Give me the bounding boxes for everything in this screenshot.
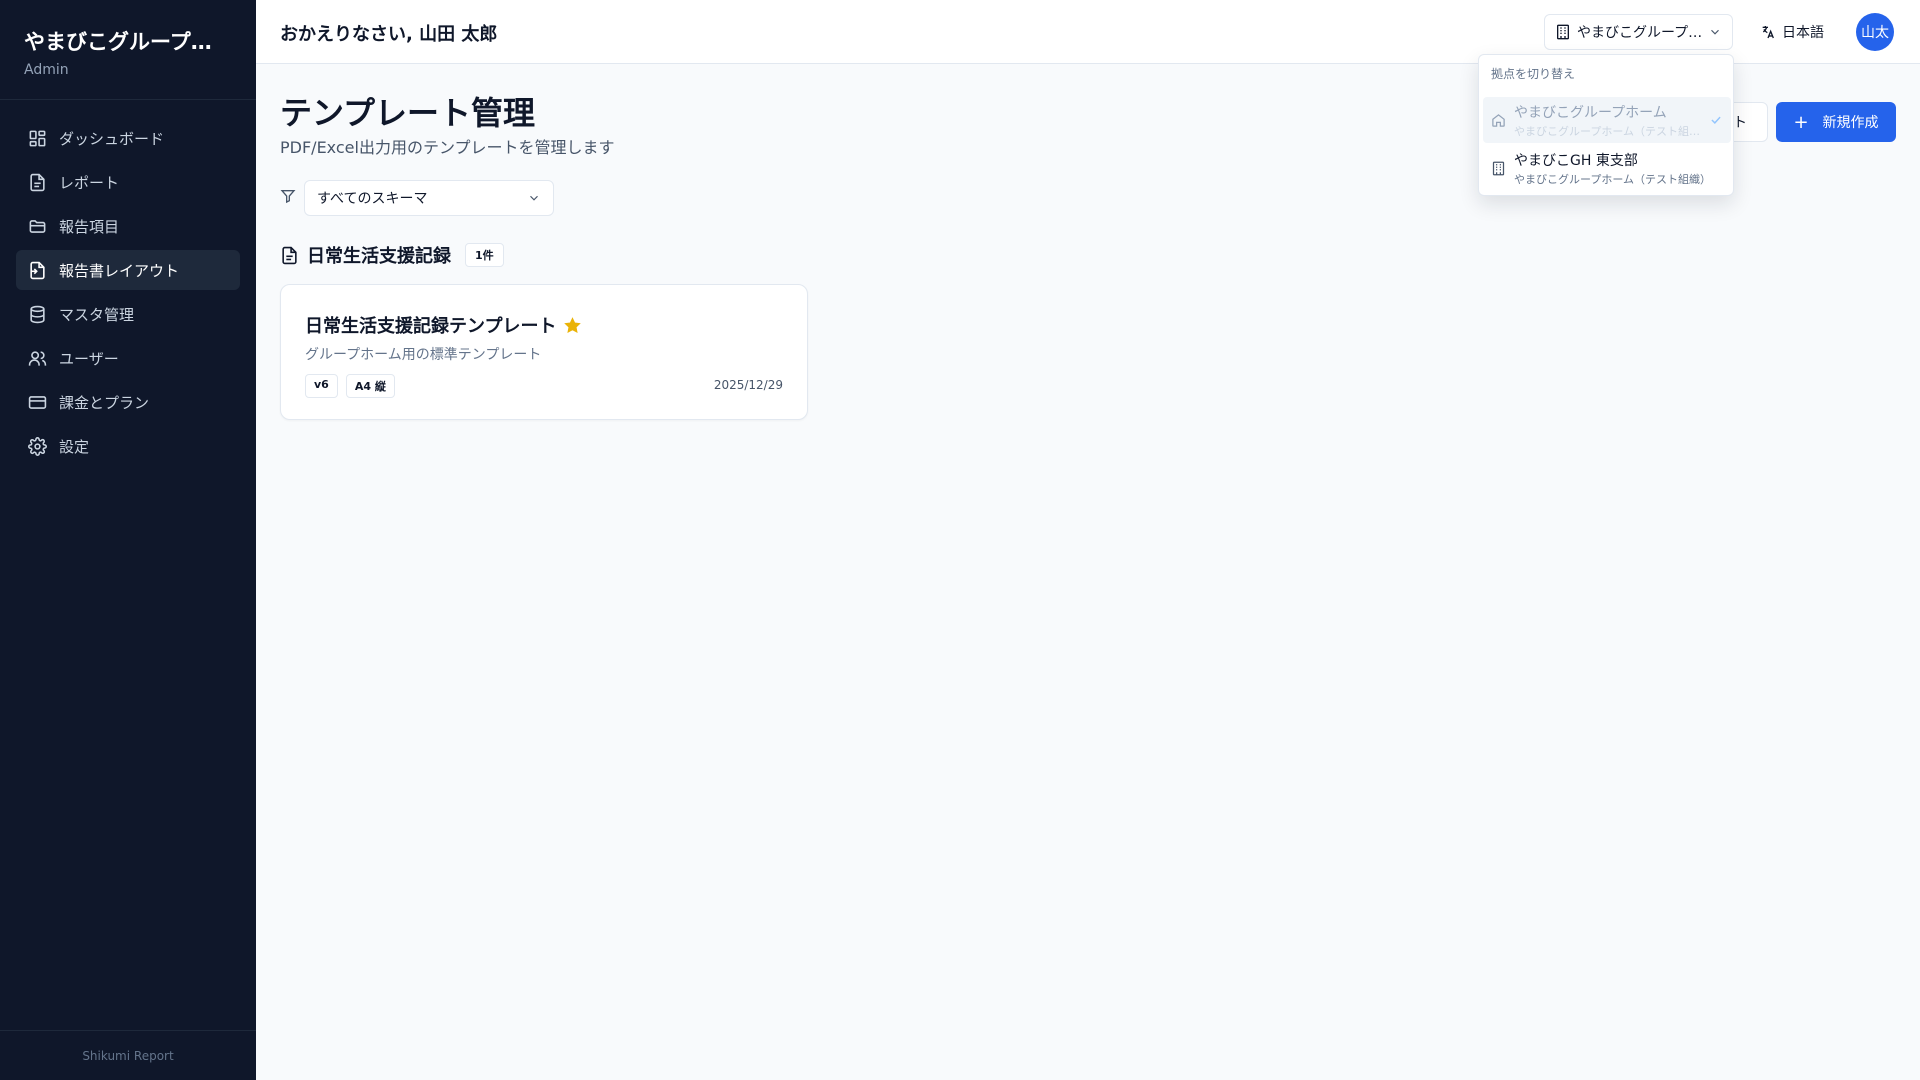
count-badge: 1件 [465, 243, 504, 267]
dropdown-item-selected[interactable]: やまびこグループホーム やまびこグループホーム（テスト組織） [1483, 97, 1731, 143]
home-icon [1492, 113, 1505, 127]
card-description: グループホーム用の標準テンプレート [305, 347, 542, 363]
document-icon [282, 246, 297, 264]
chevron-down-icon [1711, 29, 1719, 35]
dashboard-icon [29, 130, 46, 146]
sidebar-item-reports[interactable]: レポート [16, 162, 240, 202]
database-icon [30, 305, 45, 323]
site-select[interactable]: やまびこグループホーム [1544, 14, 1733, 50]
sidebar-item-label: 報告項目 [59, 217, 120, 236]
create-new-label: 新規作成 [1822, 115, 1879, 131]
sidebar-item-label: ユーザー [59, 349, 119, 368]
translate-icon [1762, 26, 1774, 39]
gear-icon [28, 436, 47, 456]
card-tags: v6 A4 縦 [305, 374, 403, 398]
dropdown-item-text: やまびこGH 東支部 やまびこグループホーム（テスト組織） [1514, 150, 1723, 187]
sidebar-item-report-items[interactable]: 報告項目 [16, 206, 240, 246]
schema-filter-value: すべてのスキーマ [317, 191, 428, 207]
filter-icon [280, 190, 296, 204]
main-content: テンプレート管理 PDF/Excel出力用のテンプレートを管理します インポート… [256, 64, 1920, 1080]
avatar[interactable]: 山太 [1856, 13, 1894, 51]
sidebar-item-label: レポート [59, 173, 120, 192]
dropdown-item-text: やまびこグループホーム やまびこグループホーム（テスト組織） [1514, 102, 1703, 139]
brand-title[interactable]: やまびこグループホーム [24, 26, 232, 56]
sidebar-item-dashboard[interactable]: ダッシュボード [16, 118, 240, 158]
sidebar-item-label: 報告書レイアウト [59, 261, 180, 280]
star-icon[interactable] [564, 316, 582, 334]
sidebar-item-label: 設定 [59, 437, 90, 456]
sidebar-item-users[interactable]: ユーザー [16, 338, 240, 378]
version-badge: v6 [305, 374, 338, 398]
welcome-message: おかえりなさい, 山田 太郎 [280, 24, 498, 45]
check-icon [1711, 116, 1721, 124]
sidebar-item-billing[interactable]: 課金とプラン [16, 382, 240, 422]
document-icon [30, 173, 45, 191]
language-button[interactable]: 日本語 [1760, 14, 1824, 50]
folder-icon [29, 219, 46, 233]
sidebar-nav: ダッシュボード レポート 報告項目 報告書レイアウト マスタ管理 ユーザー 課金… [0, 100, 256, 488]
building-icon [1557, 24, 1569, 40]
users-icon [28, 350, 47, 366]
dropdown-item-sub: やまびこグループホーム（テスト組織） [1514, 172, 1712, 186]
template-card[interactable]: 日常生活支援記録テンプレート グループホーム用の標準テンプレート v6 A4 縦… [280, 284, 808, 420]
group-title: 日常生活支援記録 [307, 246, 451, 267]
page-description: PDF/Excel出力用のテンプレートを管理します [280, 138, 615, 157]
site-switcher-dropdown: 拠点を切り替え やまびこグループホーム やまびこグループホーム（テスト組織） や… [1478, 54, 1734, 196]
sidebar-item-master[interactable]: マスタ管理 [16, 294, 240, 334]
sidebar-item-label: 課金とプラン [59, 393, 150, 412]
sidebar: やまびこグループホーム Admin ダッシュボード レポート 報告項目 報告書レ… [0, 0, 256, 1080]
card-date: 2025/12/29 [713, 378, 783, 392]
card-title: 日常生活支援記録テンプレート [305, 316, 557, 337]
brand: やまびこグループホーム Admin [0, 0, 256, 100]
create-new-button[interactable]: + 新規作成 [1776, 102, 1896, 142]
site-select-value: やまびこグループホーム [1577, 25, 1708, 41]
language-label: 日本語 [1782, 25, 1824, 41]
file-layout-icon [30, 261, 45, 279]
user-role: Admin [24, 62, 69, 78]
schema-filter-select[interactable]: すべてのスキーマ [304, 180, 554, 216]
sidebar-item-report-layout[interactable]: 報告書レイアウト [16, 250, 240, 290]
dropdown-item-sub: やまびこグループホーム（テスト組織） [1514, 124, 1703, 138]
paper-size-badge: A4 縦 [345, 374, 395, 398]
dropdown-item-east-branch[interactable]: やまびこGH 東支部 やまびこグループホーム（テスト組織） [1483, 145, 1731, 191]
dropdown-heading: 拠点を切り替え [1491, 67, 1576, 81]
page-title: テンプレート管理 [280, 94, 536, 132]
sidebar-item-settings[interactable]: 設定 [16, 426, 240, 466]
chevron-down-icon [530, 195, 538, 201]
plus-icon: + [1793, 111, 1809, 133]
credit-card-icon [28, 395, 47, 409]
dropdown-item-name: やまびこGH 東支部 [1514, 152, 1638, 169]
template-group-header: 日常生活支援記録 1件 [280, 242, 504, 268]
sidebar-item-label: ダッシュボード [59, 129, 165, 148]
sidebar-footer: Shikumi Report [0, 1030, 256, 1080]
sidebar-item-label: マスタ管理 [59, 305, 135, 324]
dropdown-item-name: やまびこグループホーム [1514, 104, 1667, 121]
building-icon [1492, 161, 1505, 175]
card-title-row: 日常生活支援記録テンプレート [305, 312, 582, 338]
